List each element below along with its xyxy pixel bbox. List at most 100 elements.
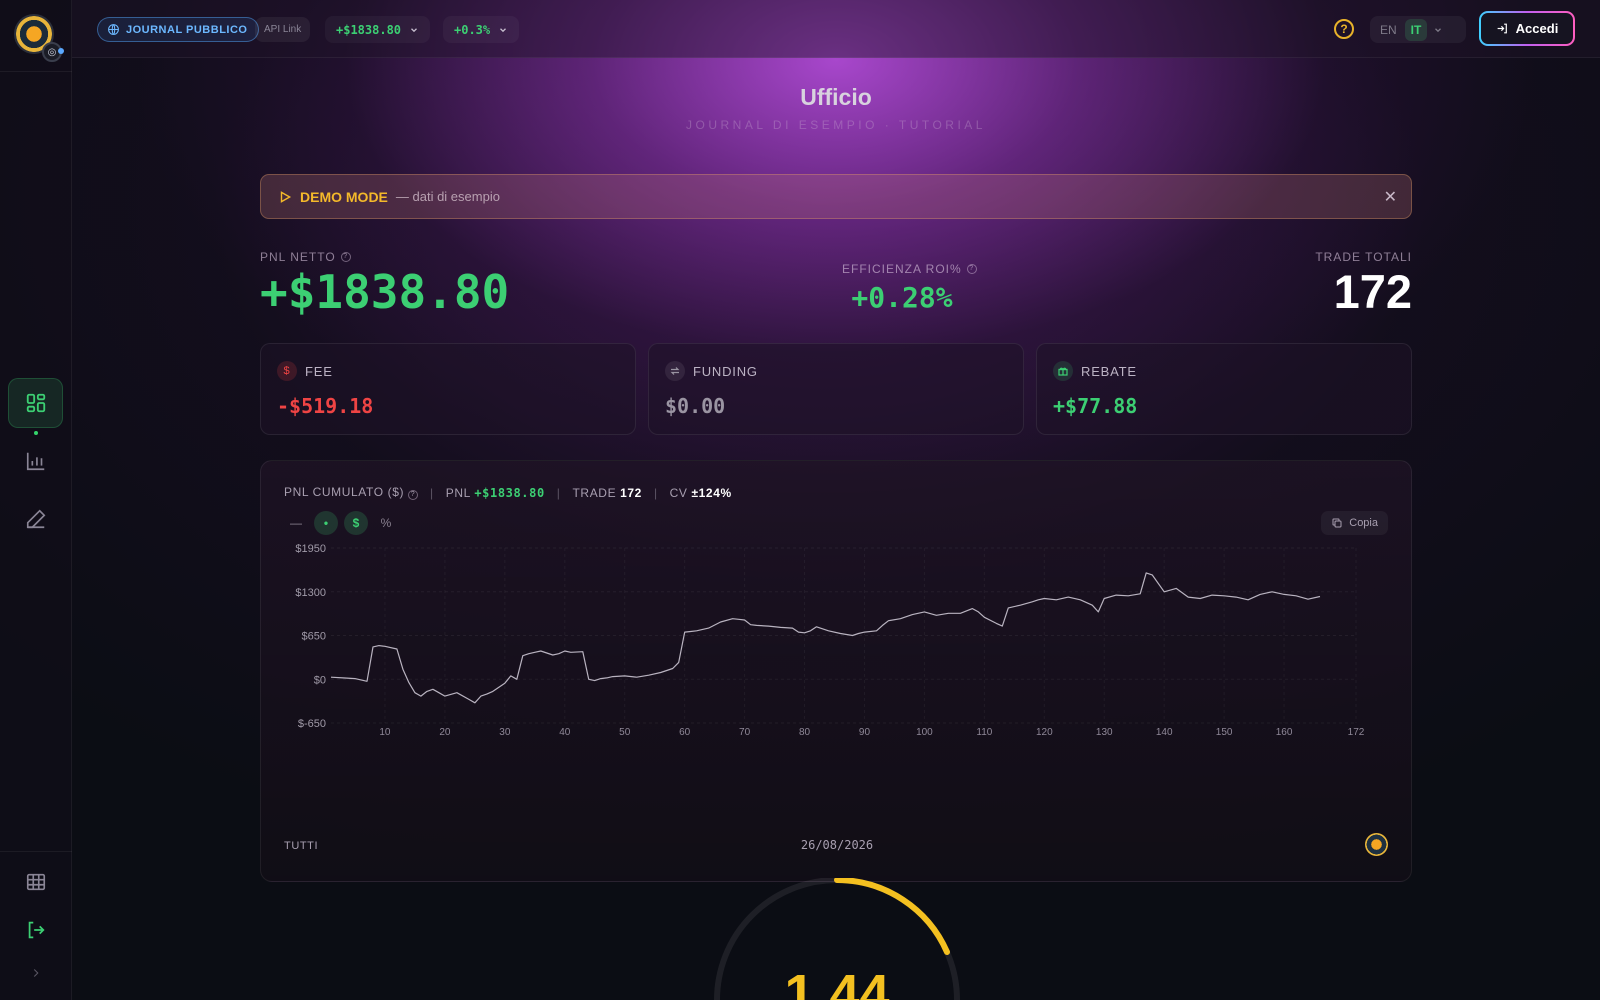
y-tick-label: $1300 xyxy=(295,587,326,599)
chevron-down-icon xyxy=(500,27,507,32)
help-glyph: ? xyxy=(1340,22,1348,36)
x-tick-label: 90 xyxy=(859,727,871,738)
rebate-card-value: +$77.88 xyxy=(1053,394,1138,418)
fee-card-header: $ FEE xyxy=(277,361,333,381)
chevron-down-icon xyxy=(1435,27,1442,32)
cumulative-pnl-chart: $1950 $1300 $650 $0 $-650 10 20 30 40 50 60 70 80 90 1… xyxy=(295,543,1364,738)
roi-label-text: EFFICIENZA ROI% xyxy=(842,262,962,276)
login-icon xyxy=(1497,23,1507,34)
y-tick-label: $650 xyxy=(302,631,326,643)
total-trades-value: 172 xyxy=(1333,265,1412,318)
sidebar-expand[interactable] xyxy=(8,948,63,998)
pnl-net-label-text: PNL NETTO xyxy=(260,250,336,264)
sidebar-item-edit[interactable] xyxy=(8,494,63,544)
pnl-net-label: PNL NETTO ? xyxy=(260,250,351,264)
demo-mode-desc: — dati di esempio xyxy=(395,189,500,204)
x-tick-label: 160 xyxy=(1276,727,1293,738)
app-logo[interactable]: ◎ xyxy=(14,14,62,62)
x-tick-label: 140 xyxy=(1156,727,1173,738)
page-subtitle: JOURNAL DI ESEMPIO · TUTORIAL xyxy=(686,118,986,132)
fee-card-label: FEE xyxy=(305,363,333,379)
sidebar-divider xyxy=(0,851,72,852)
funding-card: FUNDING $0.00 xyxy=(648,343,1024,435)
journal-pill-label: JOURNAL PUBBLICO xyxy=(126,23,248,36)
gauge-fill xyxy=(834,878,950,955)
language-switcher[interactable]: EN IT xyxy=(1370,16,1466,43)
api-link-button[interactable]: API Link xyxy=(255,17,311,42)
percent-dropdown-value: +0.3% xyxy=(454,22,491,37)
swap-icon xyxy=(665,361,685,381)
funding-card-header: FUNDING xyxy=(665,361,758,381)
sidebar-item-analytics[interactable] xyxy=(8,436,63,486)
lang-en[interactable]: EN xyxy=(1374,19,1403,41)
main-content: Ufficio JOURNAL DI ESEMPIO · TUTORIAL DE… xyxy=(72,58,1600,1000)
y-tick-label: $0 xyxy=(314,674,326,686)
pencil-icon xyxy=(26,509,45,529)
sidebar: ◎ xyxy=(0,0,72,1000)
journal-public-badge[interactable]: JOURNAL PUBBLICO xyxy=(97,17,260,42)
play-icon xyxy=(280,190,292,203)
x-tick-label: 70 xyxy=(739,727,751,738)
api-link-label: API Link xyxy=(264,24,302,35)
x-tick-label: 130 xyxy=(1096,727,1113,738)
page-title: Ufficio xyxy=(800,84,872,110)
rebate-card-header: REBATE xyxy=(1053,361,1137,381)
login-button[interactable]: Accedi xyxy=(1479,11,1575,46)
x-tick-label: 50 xyxy=(619,727,631,738)
x-tick-label: 20 xyxy=(439,727,451,738)
pnl-dropdown-value: +$1838.80 xyxy=(336,22,402,37)
info-icon[interactable]: ? xyxy=(966,264,977,274)
gauge-value: 1.44 xyxy=(784,964,889,1000)
funding-card-label: FUNDING xyxy=(693,363,758,379)
pnl-dropdown[interactable]: +$1838.80 xyxy=(325,16,431,43)
total-trades-label: TRADE TOTALI xyxy=(1315,250,1412,264)
chevron-down-icon xyxy=(411,27,417,32)
chart-logo-icon xyxy=(1365,833,1388,856)
info-icon[interactable]: ? xyxy=(340,252,351,262)
x-tick-label: 150 xyxy=(1216,727,1233,738)
x-tick-label: 110 xyxy=(976,727,992,738)
chart-date: 26/08/2026 xyxy=(800,838,874,852)
demo-mode-banner: DEMO MODE — dati di esempio ✕ xyxy=(260,174,1412,219)
ratio-gauge: 1.44 xyxy=(714,878,960,1000)
x-tick-label: 80 xyxy=(799,727,811,738)
top-bar: JOURNAL PUBBLICO API Link +$1838.80 +0.3… xyxy=(72,0,1600,58)
percent-dropdown[interactable]: +0.3% xyxy=(443,16,520,43)
pnl-net-value: +$1838.80 xyxy=(260,265,510,319)
x-tick-label: 10 xyxy=(379,727,391,738)
gift-icon xyxy=(1053,361,1073,381)
sidebar-item-dashboard[interactable] xyxy=(8,378,63,428)
bar-chart-icon xyxy=(26,452,44,471)
rebate-card-label: REBATE xyxy=(1081,363,1137,379)
dashboard-icon xyxy=(26,393,45,413)
rebate-card: REBATE +$77.88 xyxy=(1036,343,1412,435)
grid-icon xyxy=(26,873,45,891)
fee-card-value: -$519.18 xyxy=(277,394,374,418)
x-tick-label: 40 xyxy=(559,727,571,738)
total-trades-label-text: TRADE TOTALI xyxy=(1315,250,1412,264)
active-indicator xyxy=(34,431,38,435)
pnl-series-line xyxy=(330,572,1321,704)
logout-icon xyxy=(28,921,45,939)
x-tick-label: 120 xyxy=(1036,727,1053,738)
login-label: Accedi xyxy=(1515,21,1559,36)
funding-card-value: $0.00 xyxy=(665,394,726,418)
roi-value: +0.28% xyxy=(851,281,953,314)
cumulative-pnl-chart-panel: PNL CUMULATO ($) ? | PNL +$1838.80 | TRA… xyxy=(260,460,1412,882)
dollar-icon: $ xyxy=(277,361,297,381)
x-tick-label: 30 xyxy=(499,727,511,738)
sidebar-divider xyxy=(0,71,72,72)
roi-label: EFFICIENZA ROI% ? xyxy=(842,262,977,276)
chevron-right-icon xyxy=(33,969,38,977)
y-tick-label: $1950 xyxy=(295,543,326,555)
help-icon[interactable]: ? xyxy=(1334,19,1354,39)
demo-mode-title: DEMO MODE xyxy=(300,188,388,205)
y-tick-label: $-650 xyxy=(298,718,326,730)
close-icon[interactable]: ✕ xyxy=(1384,187,1397,207)
globe-icon xyxy=(108,24,119,35)
lang-it[interactable]: IT xyxy=(1404,18,1428,41)
fee-card: $ FEE -$519.18 xyxy=(260,343,636,435)
x-tick-label: 60 xyxy=(679,727,691,738)
sidebar-item-grid[interactable] xyxy=(8,857,63,907)
status-dot xyxy=(58,48,64,54)
